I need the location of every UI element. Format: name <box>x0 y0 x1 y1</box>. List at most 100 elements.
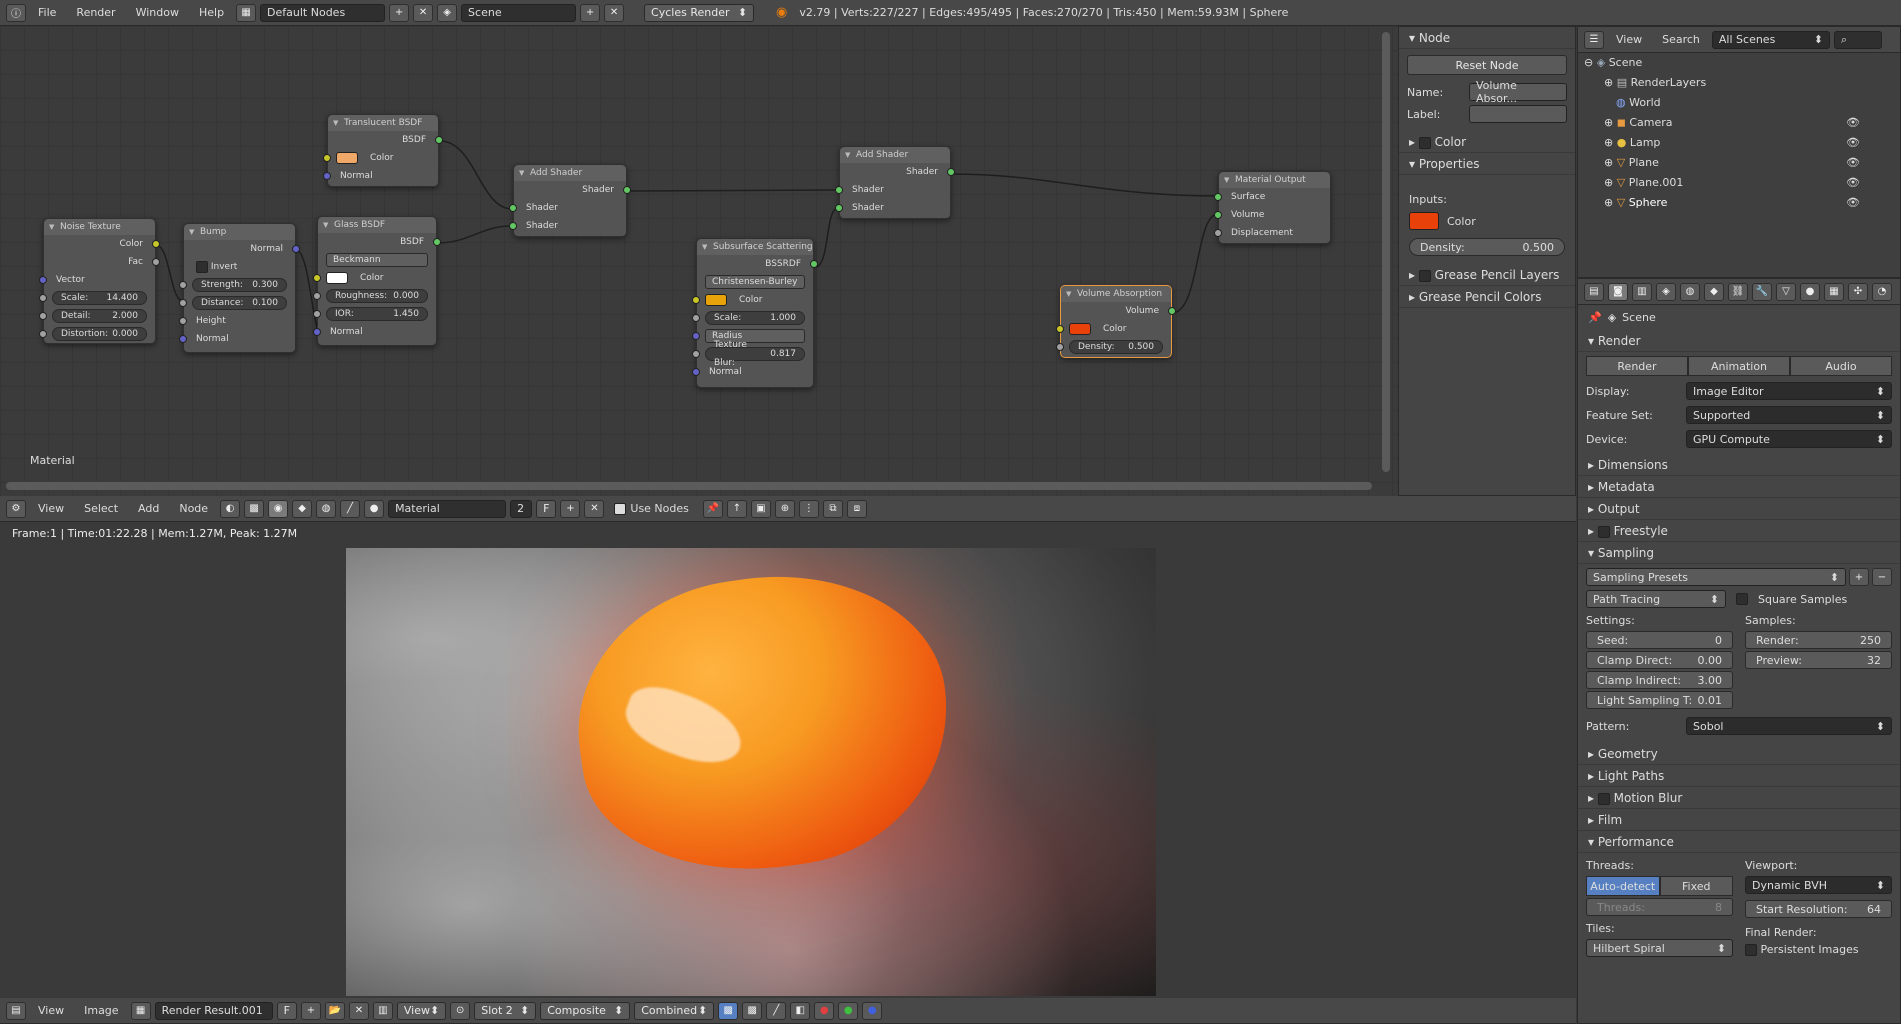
integrator-dropdown[interactable]: Path Tracing ⬍ <box>1586 590 1726 608</box>
input-socket[interactable] <box>323 154 331 162</box>
input-socket[interactable] <box>323 172 331 180</box>
slot-dropdown[interactable]: Slot 2 ⬍ <box>474 1001 537 1020</box>
audio-button[interactable]: Audio <box>1790 356 1892 376</box>
outliner-item-world[interactable]: ◍ World <box>1578 93 1900 113</box>
world-tab-icon[interactable]: ◍ <box>1680 282 1700 301</box>
input-socket[interactable] <box>313 310 321 318</box>
density-field[interactable]: Density: 0.500 <box>1069 340 1163 354</box>
outliner-item-scene[interactable]: ⊖ ◈ Scene <box>1578 53 1900 73</box>
input-socket[interactable] <box>179 317 187 325</box>
fixed-button[interactable]: Fixed <box>1659 876 1733 896</box>
image-name-field[interactable]: Render Result.001 <box>154 1001 273 1020</box>
display-channels-icon[interactable]: ◧ <box>790 1001 811 1020</box>
menu-window[interactable]: Window <box>128 6 187 19</box>
node-section-header[interactable]: ▾ Node <box>1399 27 1575 49</box>
preview-samples-field[interactable]: Preview: 32 <box>1745 651 1892 669</box>
output-section-header[interactable]: ▸ Output <box>1578 498 1900 520</box>
scene-tab-icon[interactable]: ◈ <box>1656 282 1676 301</box>
pivot-icon[interactable]: ⊙ <box>450 1001 471 1020</box>
constraints-tab-icon[interactable]: ⛓ <box>1728 282 1748 301</box>
visibility-eye-icon[interactable]: 👁 <box>1846 173 1860 193</box>
motion-blur-section-header[interactable]: ▸ Motion Blur <box>1578 787 1900 809</box>
output-socket[interactable] <box>152 258 160 266</box>
roughness-field[interactable]: Roughness: 0.000 <box>326 289 428 303</box>
render-samples-field[interactable]: Render: 250 <box>1745 631 1892 649</box>
render-section-header[interactable]: ▾ Render <box>1578 330 1900 352</box>
display-channels-z-icon[interactable]: ╱ <box>766 1001 787 1020</box>
film-section-header[interactable]: ▸ Film <box>1578 809 1900 831</box>
render-engine-dropdown[interactable]: Cycles Render ⬍ <box>644 3 755 22</box>
fake-user-button[interactable]: F <box>536 499 557 518</box>
pin-icon[interactable]: 📌 <box>702 499 723 518</box>
strength-field[interactable]: Strength: 0.300 <box>192 278 287 292</box>
add-scene-icon[interactable]: + <box>580 3 601 22</box>
threads-field[interactable]: Threads: 8 <box>1586 898 1733 916</box>
sampling-section-header[interactable]: ▾ Sampling <box>1578 542 1900 564</box>
freestyle-section-header[interactable]: ▸ Freestyle <box>1578 520 1900 542</box>
outliner-editor-icon[interactable]: ☰ <box>1584 30 1604 49</box>
outliner-item-camera[interactable]: ⊕ ◼ Camera 👁 <box>1578 113 1900 133</box>
add-preset-icon[interactable]: + <box>1849 568 1869 586</box>
input-socket[interactable] <box>692 368 700 376</box>
input-socket[interactable] <box>39 294 47 302</box>
image-menu-view[interactable]: View <box>30 1004 72 1017</box>
data-tab-icon[interactable]: ▽ <box>1776 282 1796 301</box>
method-dropdown[interactable]: Christensen-Burley <box>705 275 805 289</box>
image-browse-icon[interactable]: ▦ <box>130 1001 151 1020</box>
input-socket[interactable] <box>179 281 187 289</box>
ior-field[interactable]: IOR: 1.450 <box>326 307 428 321</box>
outliner-filter-dropdown[interactable]: All Scenes ⬍ <box>1711 30 1830 49</box>
input-socket[interactable] <box>39 330 47 338</box>
menu-file[interactable]: File <box>30 6 64 19</box>
input-socket[interactable] <box>509 222 517 230</box>
input-socket[interactable] <box>313 274 321 282</box>
menu-help[interactable]: Help <box>191 6 232 19</box>
start-resolution-field[interactable]: Start Resolution: 64 <box>1745 900 1892 918</box>
use-nodes-checkbox[interactable] <box>614 502 627 515</box>
input-socket[interactable] <box>509 204 517 212</box>
node-label-field[interactable] <box>1469 105 1567 123</box>
add-layout-icon[interactable]: + <box>389 3 410 22</box>
display-dropdown[interactable]: Image Editor ⬍ <box>1686 382 1892 400</box>
image-menu-image[interactable]: Image <box>76 1004 126 1017</box>
image-fake-user-button[interactable]: F <box>276 1001 297 1020</box>
object-tab-icon[interactable]: ◆ <box>1704 282 1724 301</box>
output-socket[interactable] <box>152 240 160 248</box>
input-socket[interactable] <box>692 296 700 304</box>
clamp-indirect-field[interactable]: Clamp Indirect: 3.00 <box>1586 671 1733 689</box>
render-button[interactable]: Render <box>1586 356 1688 376</box>
input-socket[interactable] <box>692 350 700 358</box>
outliner-search-field[interactable]: ⌕ <box>1833 30 1882 49</box>
input-socket[interactable] <box>313 328 321 336</box>
geometry-section-header[interactable]: ▸ Geometry <box>1578 743 1900 765</box>
node-menu-add[interactable]: Add <box>130 502 167 515</box>
object-shader-icon[interactable]: ◆ <box>292 499 313 518</box>
input-socket[interactable] <box>692 332 700 340</box>
grease-pencil-colors-header[interactable]: ▸ Grease Pencil Colors <box>1399 286 1575 308</box>
pattern-dropdown[interactable]: Sobol ⬍ <box>1686 717 1892 735</box>
color-swatch[interactable] <box>705 294 727 306</box>
input-socket[interactable] <box>179 299 187 307</box>
outliner-item-plane[interactable]: ⊕ ▽ Plane 👁 <box>1578 153 1900 173</box>
texture-blur-field[interactable]: Texture Blur: 0.817 <box>705 340 805 368</box>
viewport-bvh-dropdown[interactable]: Dynamic BVH ⬍ <box>1745 876 1892 894</box>
node-bump[interactable]: Bump Normal Invert Strength: 0.300 Distan… <box>179 223 300 353</box>
properties-editor-icon[interactable]: ▤ <box>1584 282 1604 301</box>
device-dropdown[interactable]: GPU Compute ⬍ <box>1686 430 1892 448</box>
modifiers-tab-icon[interactable]: 🔧 <box>1752 282 1772 301</box>
input-socket[interactable] <box>1214 211 1222 219</box>
render-tab-icon[interactable]: ◙ <box>1608 282 1628 301</box>
node-menu-select[interactable]: Select <box>76 502 126 515</box>
blue-channel-icon[interactable]: ● <box>862 1001 883 1020</box>
node-material-output[interactable]: Material Output Surface Volume Displacem… <box>1214 171 1331 244</box>
input-socket[interactable] <box>313 292 321 300</box>
compositing-nodes-icon[interactable]: ▩ <box>244 499 265 518</box>
node-editor[interactable]: Noise Texture Color Fac Vector Scale: 14.… <box>0 26 1398 496</box>
display-channels-alpha-icon[interactable]: ▩ <box>742 1001 763 1020</box>
green-channel-icon[interactable]: ● <box>838 1001 859 1020</box>
outliner-menu-view[interactable]: View <box>1608 33 1650 46</box>
horizontal-scrollbar[interactable] <box>6 482 1372 490</box>
open-image-icon[interactable]: 📂 <box>324 1001 345 1020</box>
distribution-dropdown[interactable]: Beckmann <box>326 253 428 267</box>
remove-preset-icon[interactable]: − <box>1872 568 1892 586</box>
